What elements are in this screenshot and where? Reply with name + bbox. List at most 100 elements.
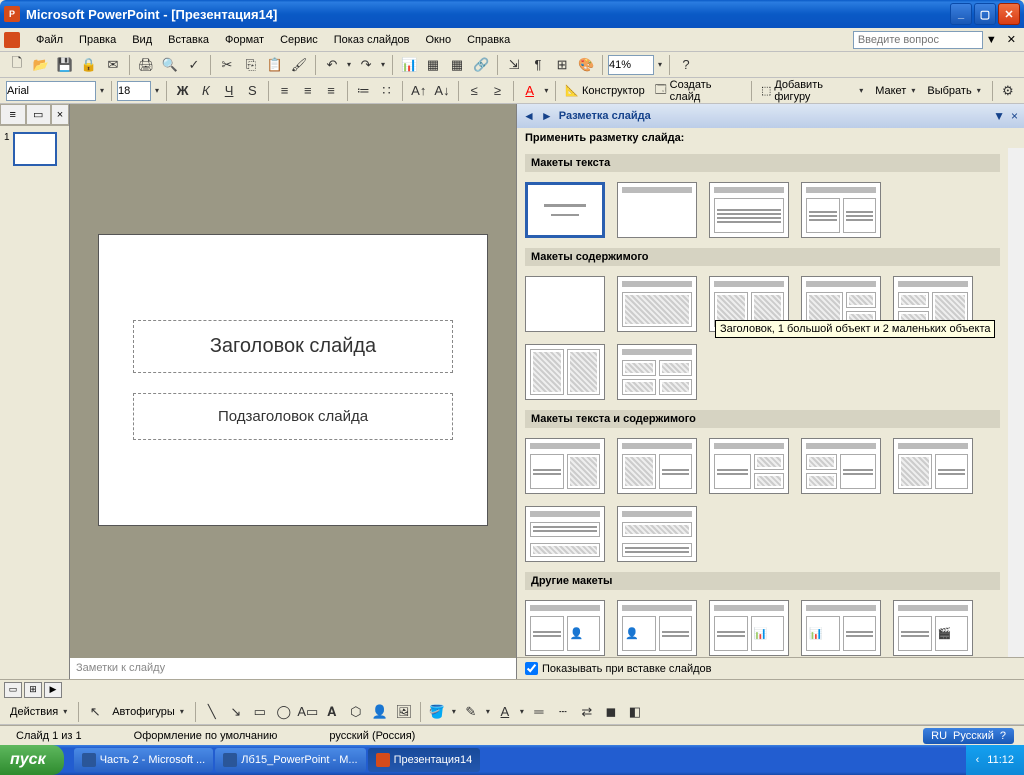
layout-other-3[interactable]: 📊	[709, 600, 789, 656]
wordart-icon[interactable]: 𝐀	[321, 701, 343, 723]
align-left-icon[interactable]: ≡	[274, 80, 295, 102]
taskbar-item-word2[interactable]: Лб15_PowerPoint - M...	[215, 748, 365, 772]
increase-font-icon[interactable]: A↑	[408, 80, 429, 102]
align-right-icon[interactable]: ≡	[320, 80, 341, 102]
close-button[interactable]: ✕	[998, 3, 1020, 25]
menu-file[interactable]: Файл	[28, 31, 71, 49]
fill-color-dropdown[interactable]: ▾	[450, 707, 458, 716]
expand-all-icon[interactable]: ⇲	[503, 54, 525, 76]
normal-view-button[interactable]: ▭	[4, 682, 22, 698]
layout-content-2x2-b[interactable]	[617, 344, 697, 400]
underline-button[interactable]: Ч	[218, 80, 239, 102]
line-style-icon[interactable]: ═	[528, 701, 550, 723]
clipart-icon[interactable]: 👤	[369, 701, 391, 723]
arrow-style-icon[interactable]: ⇄	[576, 701, 598, 723]
taskbar-item-powerpoint[interactable]: Презентация14	[368, 748, 481, 772]
layout-title-2col-text[interactable]	[801, 182, 881, 238]
start-button[interactable]: пуск	[0, 745, 64, 775]
slide-canvas[interactable]: Заголовок слайда Подзаголовок слайда	[98, 234, 488, 526]
print-icon[interactable]: 🖨	[135, 54, 157, 76]
title-placeholder[interactable]: Заголовок слайда	[133, 320, 453, 373]
font-color-dropdown[interactable]: ▾	[542, 86, 550, 95]
font-name-dropdown[interactable]: ▾	[98, 86, 106, 95]
language-badge[interactable]: RU Русский ?	[923, 728, 1014, 744]
taskpane-menu-dropdown[interactable]: ▼	[993, 109, 1005, 123]
layout-title-text[interactable]	[709, 182, 789, 238]
slides-tab[interactable]: ▭	[26, 104, 52, 125]
font-size-combo[interactable]	[117, 81, 151, 101]
menu-slideshow[interactable]: Показ слайдов	[326, 31, 418, 49]
tables-borders-icon[interactable]: ▦	[446, 54, 468, 76]
outline-tab[interactable]: ≡	[0, 104, 26, 125]
layout-button[interactable]: Макет▾	[871, 80, 921, 102]
font-color2-icon[interactable]: A	[494, 701, 516, 723]
undo-dropdown[interactable]: ▾	[345, 60, 353, 69]
menu-edit[interactable]: Правка	[71, 31, 124, 49]
line-tool-icon[interactable]: ╲	[201, 701, 223, 723]
fill-color-icon[interactable]: 🪣	[426, 701, 448, 723]
shadow-button[interactable]: S	[242, 80, 263, 102]
help-search-input[interactable]	[853, 31, 983, 49]
decrease-indent-icon[interactable]: ≤	[464, 80, 485, 102]
3d-style-icon[interactable]: ◧	[624, 701, 646, 723]
notes-pane[interactable]: Заметки к слайду	[70, 655, 516, 679]
font-color2-dropdown[interactable]: ▾	[518, 707, 526, 716]
menu-insert[interactable]: Вставка	[160, 31, 217, 49]
layout-tc-1[interactable]	[525, 438, 605, 494]
close-panel-button[interactable]: ×	[51, 104, 69, 125]
help-icon[interactable]: ?	[675, 54, 697, 76]
layout-tc-5[interactable]	[893, 438, 973, 494]
tray-chevron-icon[interactable]: ‹	[976, 754, 980, 766]
align-center-icon[interactable]: ≡	[297, 80, 318, 102]
menu-format[interactable]: Формат	[217, 31, 272, 49]
line-color-icon[interactable]: ✎	[460, 701, 482, 723]
picture-icon[interactable]: 🖼	[393, 701, 415, 723]
layout-content[interactable]	[617, 276, 697, 332]
sorter-view-button[interactable]: ⊞	[24, 682, 42, 698]
grid-icon[interactable]: ⊞	[551, 54, 573, 76]
cut-icon[interactable]: ✂	[216, 54, 238, 76]
save-icon[interactable]: 💾	[54, 54, 76, 76]
font-name-combo[interactable]	[6, 81, 96, 101]
font-color-icon[interactable]: A	[519, 80, 540, 102]
menu-tools[interactable]: Сервис	[272, 31, 326, 49]
taskpane-forward-icon[interactable]: ►	[541, 109, 553, 123]
redo-dropdown[interactable]: ▾	[379, 60, 387, 69]
paste-icon[interactable]: 📋	[264, 54, 286, 76]
hyperlink-icon[interactable]: 🔗	[470, 54, 492, 76]
zoom-dropdown[interactable]: ▾	[656, 60, 664, 69]
layout-other-1[interactable]: 👤	[525, 600, 605, 656]
select-button[interactable]: Выбрать▾	[923, 80, 986, 102]
permission-icon[interactable]: 🔒	[78, 54, 100, 76]
italic-button[interactable]: К	[195, 80, 216, 102]
taskpane-back-icon[interactable]: ◄	[523, 109, 535, 123]
email-icon[interactable]: ✉	[102, 54, 124, 76]
format-painter-icon[interactable]: 🖌	[288, 54, 310, 76]
show-on-insert-checkbox[interactable]	[525, 662, 538, 675]
color-icon[interactable]: 🎨	[575, 54, 597, 76]
layout-title-slide[interactable]	[525, 182, 605, 238]
rectangle-tool-icon[interactable]: ▭	[249, 701, 271, 723]
layout-other-5[interactable]: 🎬	[893, 600, 973, 656]
layout-tc-6[interactable]	[525, 506, 605, 562]
layout-tc-2[interactable]	[617, 438, 697, 494]
layout-title-only[interactable]	[617, 182, 697, 238]
layout-tc-4[interactable]	[801, 438, 881, 494]
numbering-icon[interactable]: ≔	[353, 80, 374, 102]
add-shape-button[interactable]: ⬚Добавить фигуру▾	[757, 80, 869, 102]
layout-blank[interactable]	[525, 276, 605, 332]
autoshapes-menu[interactable]: Автофигуры▾	[108, 701, 190, 723]
help-dropdown-icon[interactable]: ▼	[986, 34, 997, 46]
table-icon[interactable]: ▦	[422, 54, 444, 76]
design-button[interactable]: 📐Конструктор	[561, 80, 648, 102]
print-preview-icon[interactable]: 🔍	[159, 54, 181, 76]
show-formatting-icon[interactable]: ¶	[527, 54, 549, 76]
system-tray[interactable]: ‹ 11:12	[966, 745, 1024, 775]
diagram-icon[interactable]: ⬡	[345, 701, 367, 723]
menu-view[interactable]: Вид	[124, 31, 160, 49]
maximize-button[interactable]: ▢	[974, 3, 996, 25]
taskbar-item-word1[interactable]: Часть 2 - Microsoft ...	[74, 748, 214, 772]
slide-thumbnail[interactable]	[13, 132, 57, 166]
chart-icon[interactable]: 📊	[398, 54, 420, 76]
shadow-style-icon[interactable]: ◼	[600, 701, 622, 723]
